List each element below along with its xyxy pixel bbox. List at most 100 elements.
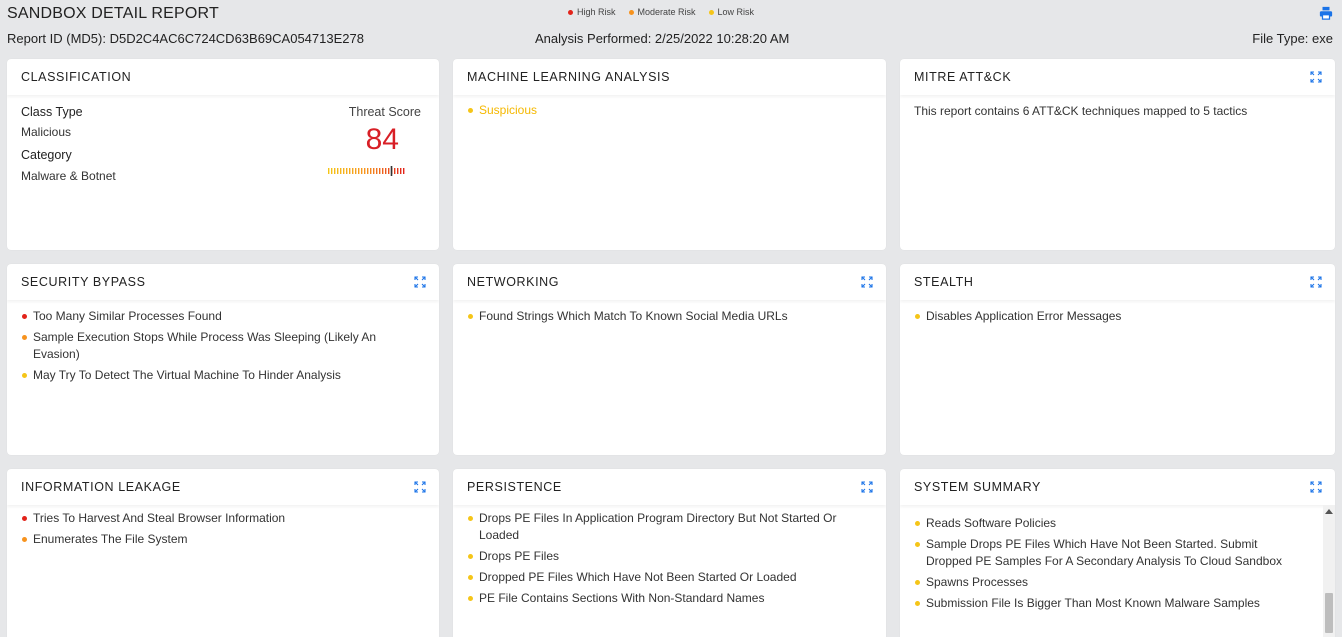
stealth-panel: STEALTH Disables Application Error Messa…: [900, 264, 1335, 455]
threat-score-label: Threat Score: [348, 105, 421, 119]
list-item: Enumerates The File System: [21, 531, 425, 548]
gauge-tick: [328, 168, 330, 174]
category-value: Malware & Botnet: [21, 169, 116, 183]
list-item-text: Drops PE Files: [479, 549, 560, 563]
panel-body: Too Many Similar Processes Found Sample …: [7, 300, 439, 384]
report-header: SANDBOX DETAIL REPORT High Risk Moderate…: [0, 0, 1342, 55]
list-item-text: Spawns Processes: [926, 575, 1029, 589]
panel-header: STEALTH: [900, 264, 1335, 300]
gauge-tick: [403, 168, 405, 174]
list-item: Found Strings Which Match To Known Socia…: [467, 308, 872, 325]
list-item-text: PE File Contains Sections With Non-Stand…: [479, 591, 765, 605]
expand-icon[interactable]: [1310, 276, 1322, 288]
panel-title: SYSTEM SUMMARY: [914, 480, 1041, 494]
panel-header: NETWORKING: [453, 264, 886, 300]
panel-body: Reads Software Policies Sample Drops PE …: [900, 505, 1335, 612]
gauge-tick: [364, 168, 366, 174]
gauge-tick: [385, 168, 387, 174]
persistence-panel: PERSISTENCE Drops PE Files In Applicatio…: [453, 469, 886, 637]
panel-title: CLASSIFICATION: [21, 70, 132, 84]
low-risk-dot-icon: [915, 601, 920, 606]
expand-icon[interactable]: [861, 276, 873, 288]
list-item: Drops PE Files In Application Program Di…: [467, 510, 872, 544]
expand-icon[interactable]: [414, 276, 426, 288]
expand-icon[interactable]: [861, 481, 873, 493]
legend-low-risk: Low Risk: [708, 7, 754, 17]
low-risk-dot-icon: [468, 108, 473, 113]
scroll-up-arrow-icon[interactable]: [1325, 509, 1333, 514]
list-item-text: May Try To Detect The Virtual Machine To…: [33, 368, 341, 382]
gauge-tick: [388, 168, 390, 174]
expand-icon[interactable]: [1310, 481, 1322, 493]
list-item: PE File Contains Sections With Non-Stand…: [467, 590, 872, 607]
ml-analysis-panel: MACHINE LEARNING ANALYSIS Suspicious: [453, 59, 886, 250]
legend-high-risk: High Risk: [568, 7, 616, 17]
list-item: Dropped PE Files Which Have Not Been Sta…: [467, 569, 872, 586]
list-item: Suspicious: [467, 102, 872, 119]
panel-title: PERSISTENCE: [467, 480, 562, 494]
list-item: May Try To Detect The Virtual Machine To…: [21, 367, 425, 384]
expand-icon[interactable]: [1310, 71, 1322, 83]
low-risk-dot-icon: [468, 314, 473, 319]
gauge-tick: [343, 168, 345, 174]
panel-header: INFORMATION LEAKAGE: [7, 469, 439, 505]
high-risk-dot-icon: [22, 314, 27, 319]
panel-body: Tries To Harvest And Steal Browser Infor…: [7, 505, 439, 548]
list-item-text: Disables Application Error Messages: [926, 309, 1122, 323]
system-summary-panel: SYSTEM SUMMARY Reads Software Policies S…: [900, 469, 1335, 637]
gauge-tick: [373, 168, 375, 174]
gauge-tick: [400, 168, 402, 174]
threat-score-value: 84: [365, 123, 399, 156]
gauge-tick: [346, 168, 348, 174]
report-title: SANDBOX DETAIL REPORT: [7, 5, 219, 22]
moderate-risk-dot-icon: [22, 537, 27, 542]
low-risk-dot-icon: [468, 596, 473, 601]
panel-header: CLASSIFICATION: [7, 59, 439, 95]
low-risk-dot-icon: [22, 373, 27, 378]
scrollbar-thumb[interactable]: [1325, 593, 1333, 633]
list-item: Tries To Harvest And Steal Browser Infor…: [21, 510, 425, 527]
low-risk-dot-icon: [915, 521, 920, 526]
list-item: Too Many Similar Processes Found: [21, 308, 425, 325]
panel-body: Class Type Malicious Category Malware & …: [7, 95, 439, 203]
print-icon[interactable]: [1319, 6, 1333, 20]
gauge-tick: [337, 168, 339, 174]
file-type: File Type: exe: [1252, 31, 1333, 46]
classification-grid: Class Type Malicious Category Malware & …: [21, 103, 425, 203]
list-item-text: Dropped PE Files Which Have Not Been Sta…: [479, 570, 797, 584]
low-risk-dot-icon: [468, 575, 473, 580]
panel-body: Disables Application Error Messages: [900, 300, 1335, 325]
gauge-tick: [361, 168, 363, 174]
list-item-text: Enumerates The File System: [33, 532, 188, 546]
list-item-text: Tries To Harvest And Steal Browser Infor…: [33, 511, 286, 525]
list-item-text: Drops PE Files In Application Program Di…: [479, 511, 837, 542]
panel-title: MACHINE LEARNING ANALYSIS: [467, 70, 671, 84]
list-item: Disables Application Error Messages: [914, 308, 1321, 325]
gauge-tick: [367, 168, 369, 174]
low-risk-dot-icon: [468, 554, 473, 559]
category-label: Category: [21, 148, 72, 162]
mitre-summary: This report contains 6 ATT&CK techniques…: [914, 104, 1248, 118]
expand-icon[interactable]: [414, 481, 426, 493]
mitre-attack-panel: MITRE ATT&CK This report contains 6 ATT&…: [900, 59, 1335, 250]
gauge-tick: [394, 168, 396, 174]
report-id: Report ID (MD5): D5D2C4AC6C724CD63B69CA0…: [7, 31, 364, 46]
low-risk-dot-icon: [915, 542, 920, 547]
panel-body: Found Strings Which Match To Known Socia…: [453, 300, 886, 325]
moderate-risk-dot-icon: [628, 9, 634, 15]
info-leakage-list: Tries To Harvest And Steal Browser Infor…: [21, 510, 425, 548]
classification-panel: CLASSIFICATION Class Type Malicious Cate…: [7, 59, 439, 250]
vertical-scrollbar[interactable]: [1323, 505, 1335, 637]
networking-panel: NETWORKING Found Strings Which Match To …: [453, 264, 886, 455]
list-item-text: Submission File Is Bigger Than Most Know…: [926, 596, 1260, 610]
class-type-value: Malicious: [21, 125, 72, 139]
panel-header: SYSTEM SUMMARY: [900, 469, 1335, 505]
legend-moderate-risk: Moderate Risk: [628, 7, 696, 17]
information-leakage-panel: INFORMATION LEAKAGE Tries To Harvest And…: [7, 469, 439, 637]
low-risk-dot-icon: [468, 516, 473, 521]
legend-label: Moderate Risk: [637, 7, 696, 17]
ml-list: Suspicious: [467, 102, 872, 119]
list-item: Spawns Processes: [914, 574, 1305, 591]
low-risk-dot-icon: [915, 314, 920, 319]
moderate-risk-dot-icon: [22, 335, 27, 340]
